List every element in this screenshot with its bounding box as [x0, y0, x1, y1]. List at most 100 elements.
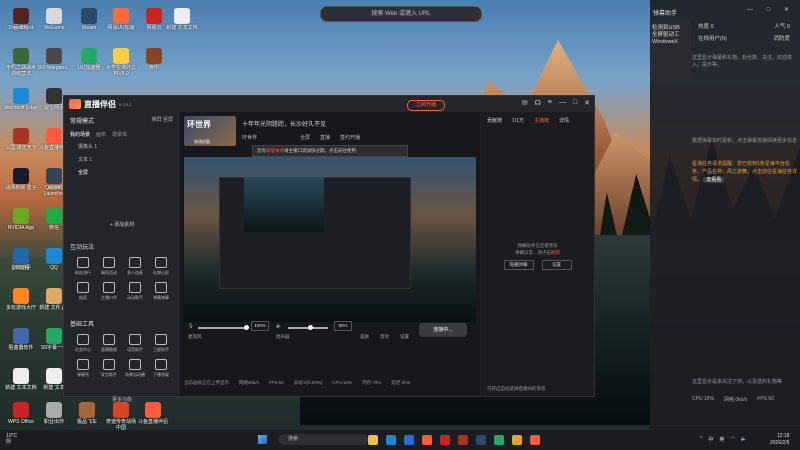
- desktop-icon[interactable]: 极品飞车: [70, 402, 104, 425]
- mic-icon[interactable]: 🎙: [188, 323, 194, 329]
- desktop-icon[interactable]: 大学生课外文档V8.0: [104, 48, 138, 77]
- category-label[interactable]: 环世界: [242, 134, 257, 141]
- scene-item[interactable]: 文本 1: [64, 153, 179, 166]
- desktop-icon[interactable]: 360 Wargami...: [37, 48, 71, 71]
- stream-title[interactable]: 十年年光阴蹉跎，长沙好久不见: [242, 119, 326, 128]
- tool-item[interactable]: 福利活动: [96, 257, 122, 276]
- close-icon[interactable]: ✕: [584, 99, 590, 107]
- more-functions-button[interactable]: 更多功能: [70, 396, 174, 403]
- maximize-icon[interactable]: □: [573, 99, 577, 107]
- desktop-icon[interactable]: UU加速器: [72, 48, 106, 71]
- tool-item[interactable]: 卫星助手: [148, 334, 174, 353]
- tab-anchor[interactable]: 主播榜: [534, 117, 549, 124]
- mic-slider-knob[interactable]: [244, 325, 249, 330]
- beauty-button[interactable]: 美颜: [360, 334, 369, 340]
- uu-icon[interactable]: [494, 435, 504, 445]
- mode-label[interactable]: 常规模式: [70, 116, 94, 125]
- start-button[interactable]: [258, 435, 267, 444]
- refresh-link[interactable]: 刷新: [551, 250, 560, 255]
- tool-item[interactable]: 任务中心: [70, 334, 96, 353]
- headset-icon[interactable]: ☊: [535, 99, 541, 107]
- wps-icon[interactable]: [440, 435, 450, 445]
- mic-slider[interactable]: [198, 327, 248, 329]
- tool-item[interactable]: 场景自动播: [122, 359, 148, 378]
- online-users[interactable]: 在线用户(0): [698, 34, 727, 42]
- tool-item[interactable]: 直播数据: [96, 334, 122, 353]
- edit-cover-label[interactable]: 修改封面: [194, 139, 210, 145]
- clock[interactable]: 12:18 2026/2/5: [770, 433, 789, 447]
- menu-icon[interactable]: ≡: [548, 99, 552, 107]
- desktop-icon[interactable]: NVIDIA App: [4, 208, 38, 231]
- add-material-button[interactable]: + 添加素材: [70, 220, 174, 230]
- tab-my-scenes[interactable]: 我的场景: [70, 131, 90, 138]
- tool-item[interactable]: 多人连麦: [122, 257, 148, 276]
- tool-item[interactable]: 粉丝排行: [70, 257, 96, 276]
- tool-item[interactable]: 抽奖: [70, 282, 96, 301]
- desktop-icon[interactable]: WPS Office: [4, 402, 38, 425]
- danmaku-settings-button[interactable]: 设置: [541, 260, 572, 270]
- desktop-icon[interactable]: 三国:谋定天下: [4, 128, 38, 151]
- stream-preview[interactable]: [184, 157, 476, 322]
- sound-effect-button[interactable]: 音效: [380, 334, 389, 340]
- speaker-icon[interactable]: 🔈: [276, 323, 282, 329]
- desktop-icon[interactable]: 阻塞器软件: [4, 328, 38, 351]
- message-icon[interactable]: ✉: [522, 99, 528, 107]
- wifi-icon[interactable]: ◠: [730, 436, 734, 443]
- settings-button[interactable]: 设置: [400, 334, 409, 340]
- hide-danmaku-button[interactable]: 隐藏弹幕: [503, 260, 534, 270]
- desktop-icon[interactable]: 职业出作: [37, 402, 71, 425]
- tab-scene-library[interactable]: 场景库: [112, 131, 127, 138]
- tool-item[interactable]: 动动助手: [122, 282, 148, 301]
- live-companion-icon[interactable]: [530, 435, 540, 445]
- orientation-toggle[interactable]: 横屏 竖屏: [152, 116, 173, 125]
- desktop-icon[interactable]: WeGame: [37, 8, 71, 31]
- game-icon[interactable]: [458, 435, 468, 445]
- tool-item[interactable]: 语音助手: [122, 334, 148, 353]
- language-indicator[interactable]: 英: [719, 436, 724, 443]
- go-live-button[interactable]: 立即开播: [407, 100, 445, 111]
- desktop-icon[interactable]: 多玩游戏大厅: [4, 288, 38, 311]
- browser-search-bar[interactable]: 搜索 Web 或键入 URL: [320, 6, 482, 22]
- tool-item[interactable]: 礼物心愿: [148, 257, 174, 276]
- scene-item[interactable]: 摄像头 1: [64, 140, 179, 153]
- tab-count[interactable]: 1/1万: [512, 117, 524, 124]
- tool-item[interactable]: 下播答疑: [148, 359, 174, 378]
- tab-details[interactable]: 详情: [559, 117, 569, 124]
- tray-chevron-icon[interactable]: ^: [700, 436, 702, 443]
- notice-banner[interactable]: 您有新版本待请主播口袋加快过期，点击前往使用: [252, 145, 408, 157]
- desktop-icon[interactable]: 雨中: [137, 48, 171, 71]
- info-fullscreen[interactable]: 全屏: [300, 134, 310, 141]
- scene-item[interactable]: 全屏: [64, 166, 179, 179]
- assistant-window-controls[interactable]: — □ ✕: [747, 6, 795, 13]
- desktop-icon[interactable]: 奇迹传奇战场中国: [104, 402, 138, 431]
- desktop-icon[interactable]: 新建 文本文档: [4, 368, 38, 391]
- desktop-icon[interactable]: Microsoft Edge: [4, 88, 38, 111]
- info-live[interactable]: 直播: [320, 134, 330, 141]
- desktop-icon[interactable]: 斗鱼直播伴侣: [136, 402, 170, 425]
- tool-item[interactable]: 弹幕秀: [70, 359, 96, 378]
- store-icon[interactable]: [404, 435, 414, 445]
- file-explorer-icon[interactable]: [368, 435, 378, 445]
- tab-canvas[interactable]: 画布: [96, 131, 106, 138]
- tool-item[interactable]: 弹幕弹幕: [148, 282, 174, 301]
- weather-widget[interactable]: 10°C 阴: [6, 433, 17, 445]
- app-icon[interactable]: [422, 435, 432, 445]
- tool-item[interactable]: 主播口令: [96, 282, 122, 301]
- desktop-icon[interactable]: 新建 文本文档: [165, 8, 199, 31]
- view-task-button[interactable]: 去看看: [703, 177, 725, 183]
- ime-indicator[interactable]: 中: [708, 436, 713, 443]
- desktop-icon[interactable]: 网易UU加速: [104, 8, 138, 31]
- desktop-icon[interactable]: Dreadmyst: [4, 8, 38, 31]
- minimize-icon[interactable]: —: [559, 99, 566, 107]
- stream-cover[interactable]: 环世界 修改封面: [184, 116, 236, 146]
- tool-item[interactable]: 发言助手: [96, 359, 122, 378]
- connect-button[interactable]: 连接中...: [419, 323, 467, 337]
- taskbar-search[interactable]: 搜索: [278, 434, 368, 445]
- speaker-slider-knob[interactable]: [308, 325, 313, 330]
- desktop-icon[interactable]: 战网新版 盒子: [4, 168, 38, 191]
- edge-icon[interactable]: [386, 435, 396, 445]
- steam-icon[interactable]: [476, 435, 486, 445]
- tool-icon[interactable]: [512, 435, 522, 445]
- info-signed[interactable]: 签约开播: [340, 134, 360, 141]
- tab-contribution[interactable]: 贡献榜: [487, 117, 502, 124]
